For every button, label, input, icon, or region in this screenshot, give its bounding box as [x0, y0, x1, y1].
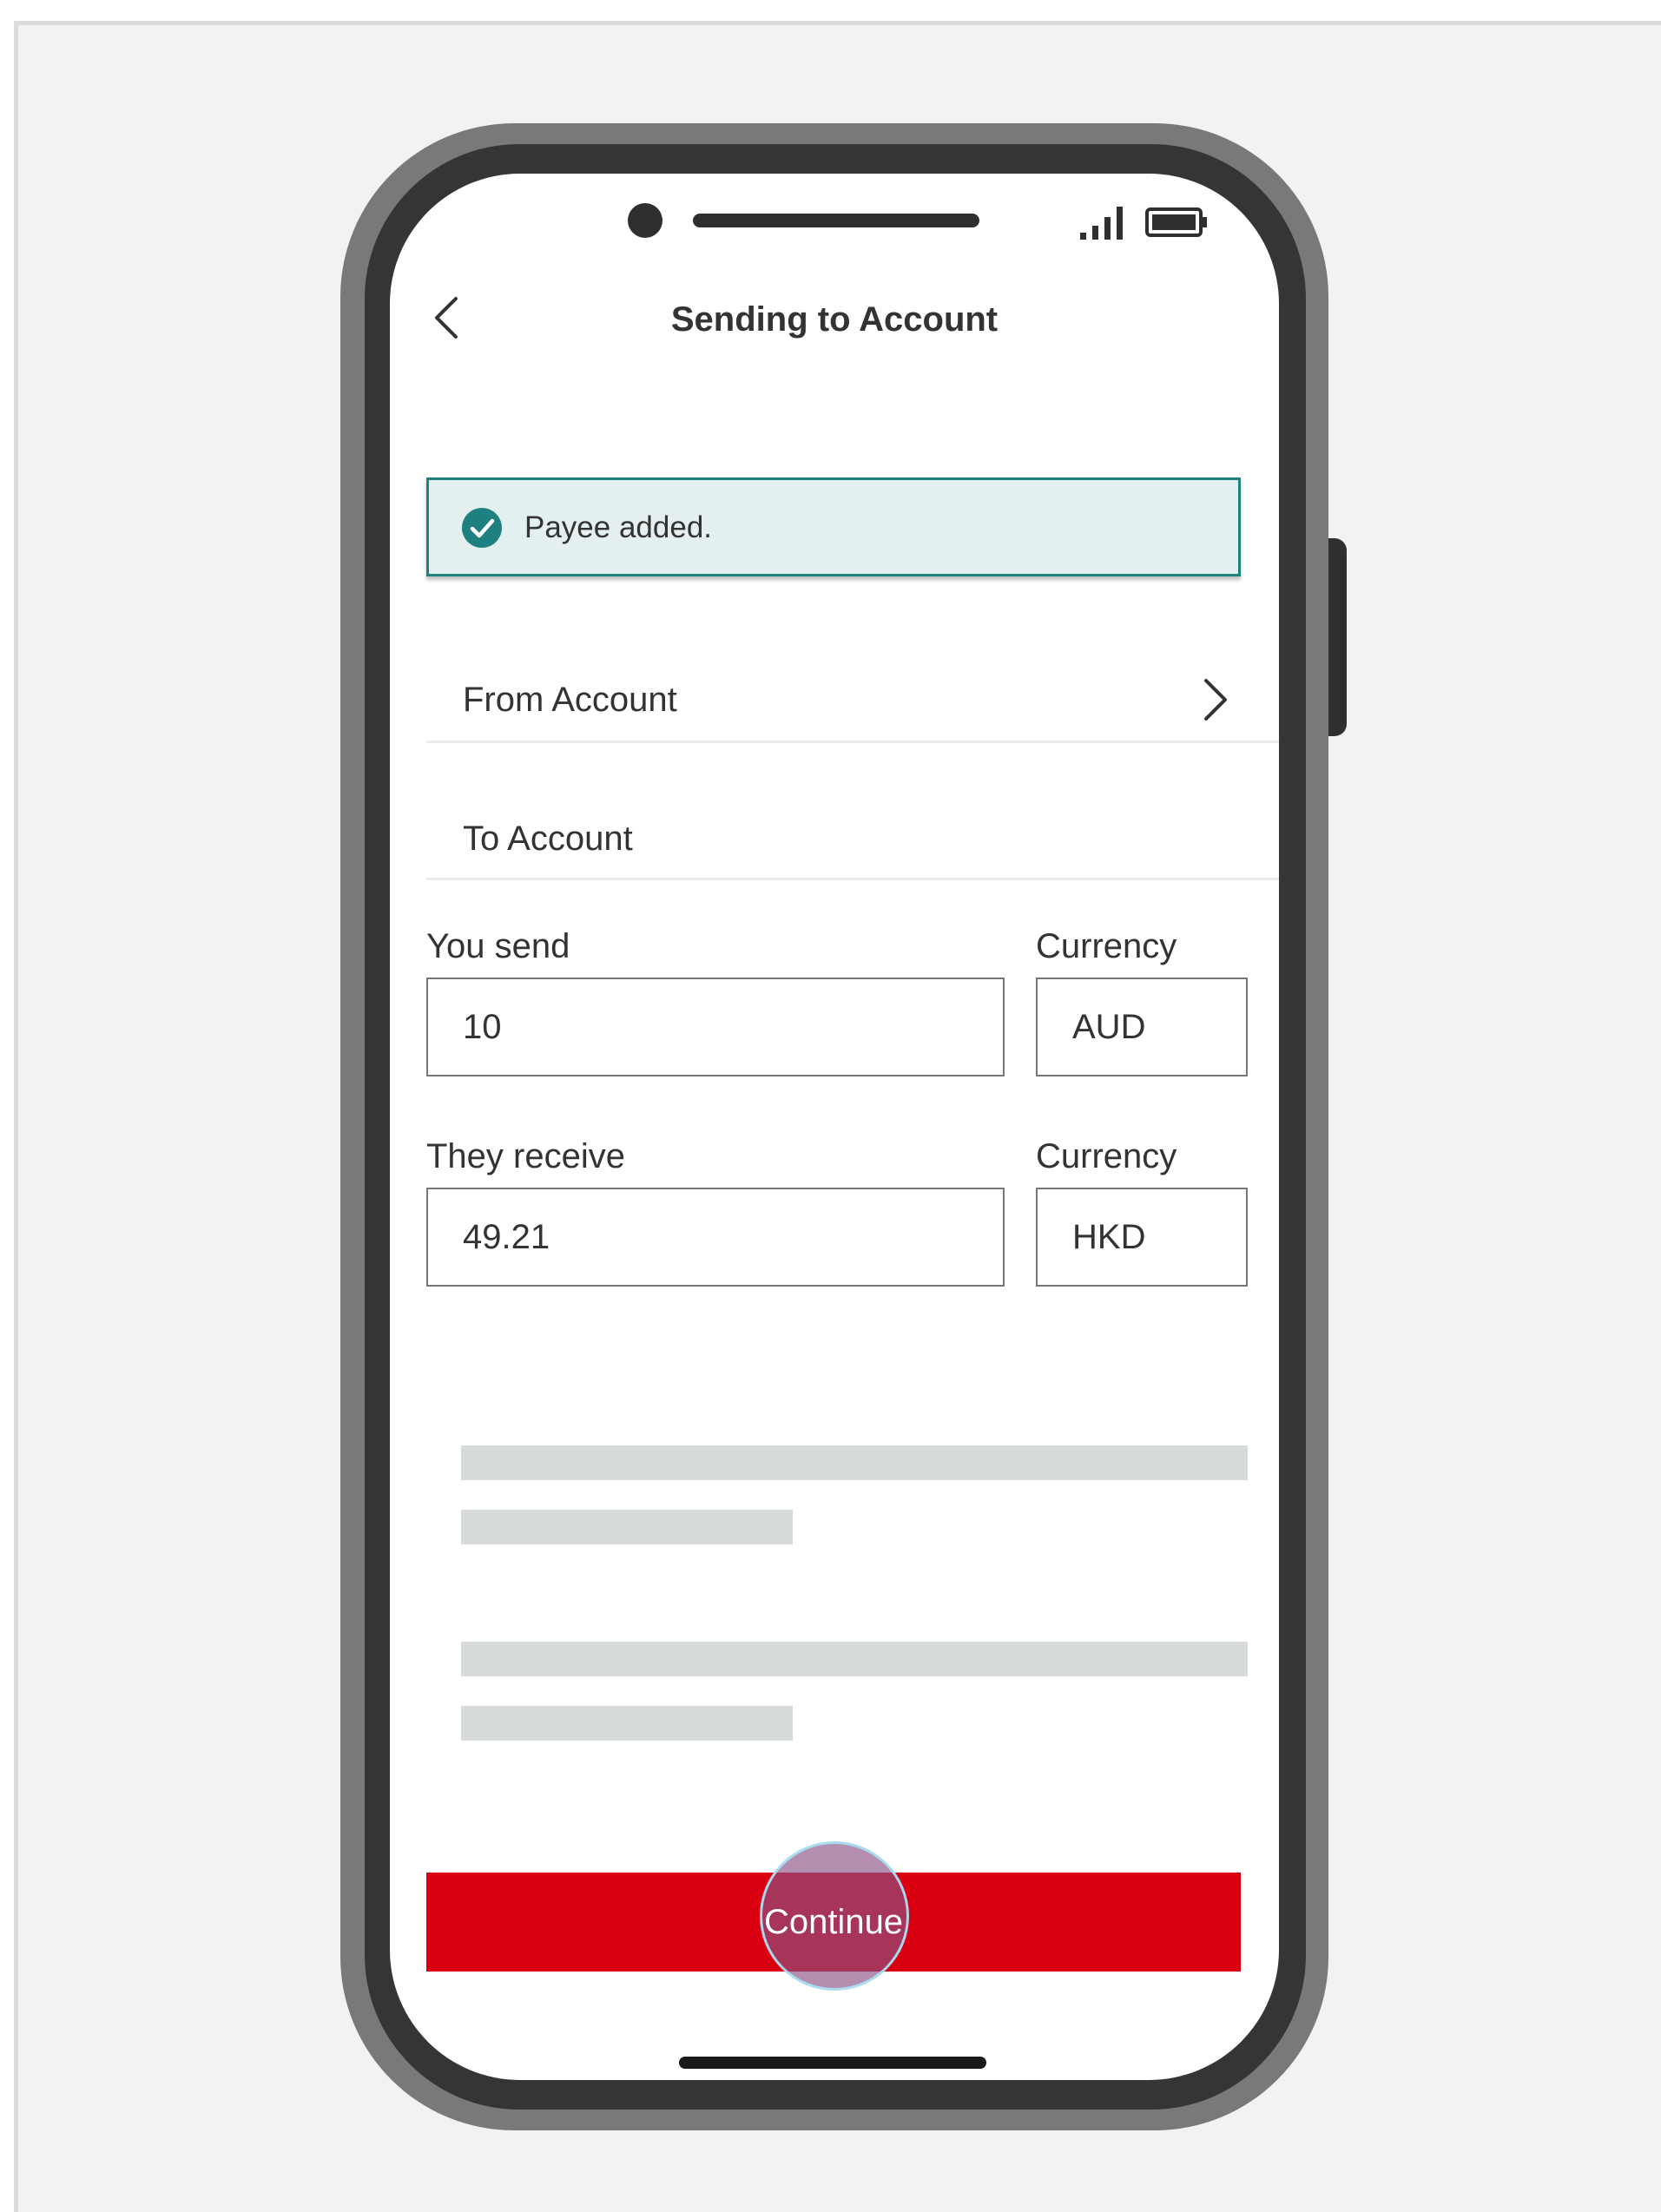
they-receive-label: They receive	[426, 1137, 625, 1175]
check-circle-icon	[462, 508, 502, 548]
continue-button-label: Continue	[763, 1903, 904, 1941]
send-currency-label: Currency	[1036, 927, 1177, 965]
send-currency-select[interactable]: AUD	[1036, 978, 1248, 1076]
receive-currency-label: Currency	[1036, 1137, 1177, 1175]
skeleton-line	[461, 1642, 1248, 1676]
you-send-label: You send	[426, 927, 570, 965]
you-send-input[interactable]: 10	[426, 978, 1005, 1076]
toast-message: Payee added.	[524, 510, 713, 544]
from-account-row[interactable]: From Account	[426, 604, 1279, 743]
home-indicator	[679, 2057, 986, 2069]
send-currency-value: AUD	[1072, 1008, 1146, 1046]
continue-button[interactable]: Continue	[426, 1873, 1241, 1972]
skeleton-line	[461, 1445, 1248, 1480]
chevron-right-icon	[1204, 679, 1227, 721]
receive-currency-value: HKD	[1072, 1218, 1146, 1256]
they-receive-input[interactable]: 49.21	[426, 1188, 1005, 1287]
skeleton-line	[461, 1706, 793, 1741]
receive-currency-select[interactable]: HKD	[1036, 1188, 1248, 1287]
to-account-label: To Account	[463, 820, 633, 858]
page-title: Sending to Account	[670, 300, 999, 339]
from-account-label: From Account	[463, 681, 677, 719]
they-receive-value: 49.21	[463, 1218, 550, 1256]
you-send-value: 10	[463, 1008, 502, 1046]
payee-added-toast: Payee added.	[426, 477, 1241, 576]
skeleton-line	[461, 1510, 793, 1544]
signal-icon	[1080, 207, 1123, 240]
camera-icon	[628, 203, 662, 238]
to-account-row[interactable]: To Account	[426, 743, 1279, 880]
speaker-grille	[693, 214, 979, 227]
phone-screen: Sending to Account Payee added. From Acc…	[390, 174, 1279, 2080]
battery-icon	[1145, 207, 1207, 237]
